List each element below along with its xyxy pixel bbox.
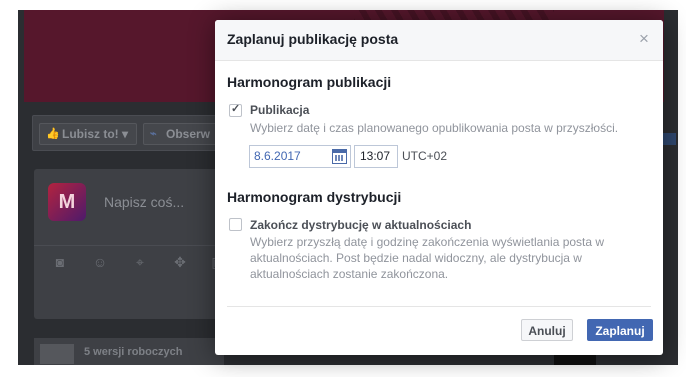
target-icon[interactable]: ✥ (172, 254, 188, 270)
publication-date-input[interactable]: 8.6.2017 (249, 145, 351, 168)
end-distribution-option-description: Wybierz przyszłą datę i godzinę zakończe… (250, 235, 605, 281)
publication-option-label[interactable]: Publikacja (250, 103, 309, 117)
like-page-label: Lubisz to! (62, 127, 119, 141)
page-action-bar: 👍 Lubisz to! ▾ ⌁ Obserw (32, 115, 244, 151)
smiley-icon[interactable]: ☺ (92, 254, 108, 270)
drafts-label[interactable]: 5 wersji roboczych (84, 346, 182, 358)
dialog-footer-divider (227, 306, 651, 307)
publication-time-value: 13:07 (360, 149, 391, 163)
publication-section-title: Harmonogram publikacji (227, 74, 392, 90)
composer-icon-row: ◙ ☺ ⌖ ✥ ▣ (34, 245, 225, 280)
publication-option-description: Wybierz datę i czas planowanego opubliko… (250, 121, 619, 135)
observe-page-label: Obserw (166, 127, 211, 141)
location-pin-icon[interactable]: ⌖ (132, 254, 148, 270)
distribution-section-title: Harmonogram dystrybucji (227, 189, 402, 205)
schedule-post-dialog: Zaplanuj publikację posta × Harmonogram … (215, 20, 663, 355)
thumbs-up-icon: 👍 (46, 128, 60, 140)
page-avatar: M (48, 183, 86, 221)
end-distribution-option-label[interactable]: Zakończ dystrybucję w aktualnościach (250, 218, 471, 232)
composer-placeholder[interactable]: Napisz coś... (104, 194, 184, 210)
schedule-button[interactable]: Zaplanuj (587, 319, 653, 341)
calendar-icon[interactable] (332, 149, 347, 164)
publication-time-input[interactable]: 13:07 (354, 145, 398, 168)
camera-icon[interactable]: ◙ (52, 254, 68, 270)
timezone-label: UTC+02 (402, 149, 448, 163)
right-column-badge (662, 133, 676, 145)
close-icon[interactable]: × (635, 30, 653, 48)
end-distribution-checkbox[interactable] (229, 218, 242, 231)
rss-icon: ⌁ (150, 128, 157, 140)
post-composer: M Napisz coś... ◙ ☺ ⌖ ✥ ▣ (34, 169, 225, 319)
publication-checkbox[interactable]: ✓ (229, 103, 242, 117)
publication-date-value: 8.6.2017 (254, 149, 301, 163)
dialog-title: Zaplanuj publikację posta (227, 31, 399, 47)
drafts-bar: 5 wersji roboczych (34, 338, 224, 365)
like-page-button[interactable]: 👍 Lubisz to! ▾ (39, 123, 138, 145)
drafts-thumbnail (40, 344, 74, 364)
dialog-header: Zaplanuj publikację posta × (215, 20, 663, 61)
cancel-button[interactable]: Anuluj (521, 319, 573, 341)
observe-page-button[interactable]: ⌁ Obserw (143, 123, 220, 145)
checkmark-icon: ✓ (231, 103, 241, 115)
